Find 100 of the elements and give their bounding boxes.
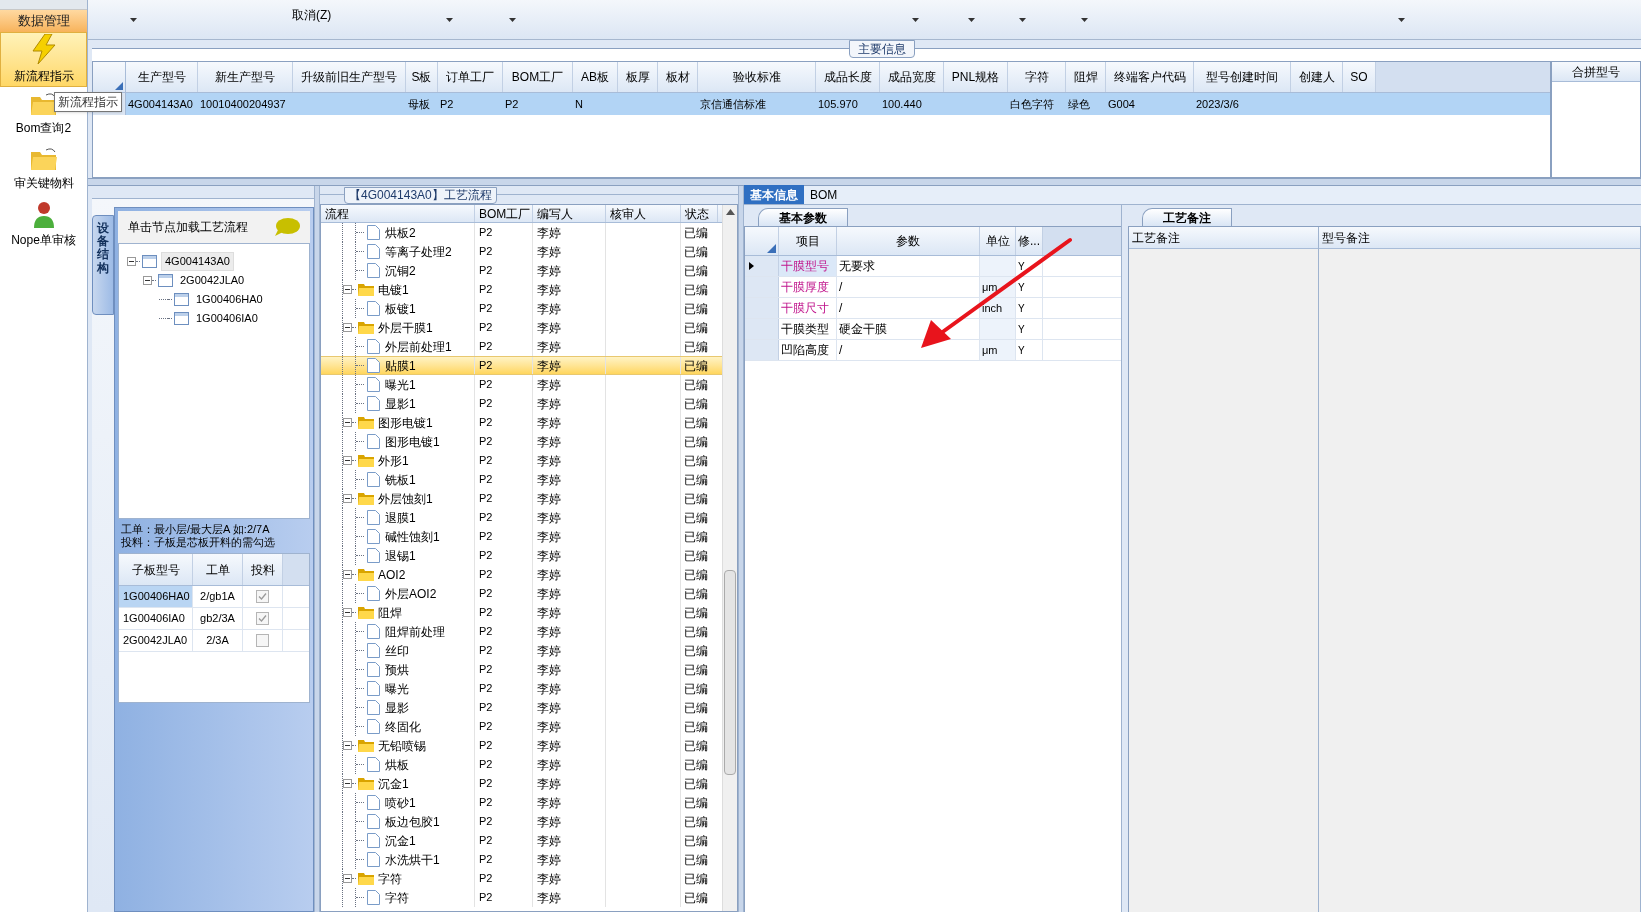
scrollbar-thumb[interactable] [724, 570, 736, 775]
column-header[interactable]: AB板 [573, 62, 618, 92]
column-header[interactable]: 终端客户代码 [1106, 62, 1194, 92]
sidebar-item[interactable]: Nope单审核 [11, 231, 76, 249]
tree-row[interactable]: 沉金1 P2 李婷 已编 [321, 774, 722, 793]
column-header[interactable]: 生产型号 [126, 62, 198, 92]
scrollbar[interactable] [722, 205, 737, 911]
tree-row[interactable]: 无铅喷锡 P2 李婷 已编 [321, 736, 722, 755]
collapse-icon[interactable] [343, 418, 352, 427]
tree-node[interactable]: 1G00406IA0 [193, 310, 261, 327]
table-cell[interactable]: 1G00406HA0 [119, 586, 193, 607]
tree-row[interactable]: 字符 P2 李婷 已编 [321, 888, 722, 907]
column-header[interactable]: 项目 [779, 227, 837, 255]
column-header[interactable]: 成品宽度 [880, 62, 944, 92]
tree-row[interactable]: 沉金1 P2 李婷 已编 [321, 831, 722, 850]
sidebar-item[interactable]: Bom查询2 [15, 119, 72, 137]
tree-row[interactable]: 曝光 P2 李婷 已编 [321, 679, 722, 698]
caret-icon[interactable] [1019, 17, 1027, 22]
tree-row[interactable]: 喷砂1 P2 李婷 已编 [321, 793, 722, 812]
collapse-icon[interactable] [343, 608, 352, 617]
column-header[interactable]: 状态 [681, 205, 718, 222]
tree-row[interactable]: 字符 P2 李婷 已编 [321, 869, 722, 888]
table-cell[interactable]: 2G0042JLA0 [119, 630, 193, 651]
tree-row[interactable]: 曝光1 P2 李婷 已编 [321, 375, 722, 394]
tree-row[interactable]: 板镀1 P2 李婷 已编 [321, 299, 722, 318]
collapse-icon[interactable] [343, 456, 352, 465]
column-header[interactable]: BOM工厂 [475, 205, 533, 222]
caret-icon[interactable] [968, 17, 976, 22]
caret-icon[interactable] [509, 17, 517, 22]
tree-node[interactable]: 1G00406HA0 [193, 291, 266, 308]
tree-row[interactable]: 贴膜1 P2 李婷 已编 [321, 356, 722, 375]
tree-row[interactable]: 丝印 P2 李婷 已编 [321, 641, 722, 660]
tree-row[interactable]: 显影1 P2 李婷 已编 [321, 394, 722, 413]
tree-row[interactable]: 阻焊 P2 李婷 已编 [321, 603, 722, 622]
caret-icon[interactable] [1081, 17, 1089, 22]
tree-row[interactable]: 图形电镀1 P2 李婷 已编 [321, 413, 722, 432]
scroll-up-icon[interactable] [725, 209, 735, 215]
column-header[interactable]: 合拼型号 [1552, 62, 1640, 82]
tree-row[interactable]: 板边包胶1 P2 李婷 已编 [321, 812, 722, 831]
tree-node[interactable]: 4G004143A0 [161, 252, 234, 271]
tree-row[interactable]: 水洗烘干1 P2 李婷 已编 [321, 850, 722, 869]
collapse-icon[interactable] [127, 257, 136, 266]
column-header[interactable]: 工单 [193, 554, 243, 585]
caret-icon[interactable] [912, 17, 920, 22]
column-header[interactable]: 编写人 [533, 205, 606, 222]
tree-row[interactable]: 预烘 P2 李婷 已编 [321, 660, 722, 679]
caret-icon[interactable] [446, 17, 454, 22]
tree-row[interactable]: 显影 P2 李婷 已编 [321, 698, 722, 717]
collapse-icon[interactable] [343, 323, 352, 332]
tree-row[interactable]: 退膜1 P2 李婷 已编 [321, 508, 722, 527]
checkbox[interactable] [256, 590, 269, 603]
column-header[interactable]: 单位 [980, 227, 1016, 255]
tree-row[interactable]: 烘板 P2 李婷 已编 [321, 755, 722, 774]
column-header[interactable]: 工艺备注 [1129, 227, 1318, 249]
tree-row[interactable]: 烘板2 P2 李婷 已编 [321, 223, 722, 242]
row-header[interactable] [745, 256, 779, 276]
column-header[interactable]: 订单工厂 [438, 62, 503, 92]
collapse-icon[interactable] [343, 494, 352, 503]
tree-row[interactable]: 铣板1 P2 李婷 已编 [321, 470, 722, 489]
column-header[interactable]: 流程 [321, 205, 475, 222]
cancel-button[interactable]: 取消(Z) [292, 5, 332, 24]
collapse-icon[interactable] [343, 741, 352, 750]
column-header[interactable]: 升级前旧生产型号 [293, 62, 406, 92]
checkbox[interactable] [256, 634, 269, 647]
tree-row[interactable]: AOI2 P2 李婷 已编 [321, 565, 722, 584]
collapse-icon[interactable] [343, 874, 352, 883]
column-header[interactable]: 阻焊 [1066, 62, 1106, 92]
tree-row[interactable]: 终固化 P2 李婷 已编 [321, 717, 722, 736]
table-cell[interactable]: 1G00406IA0 [119, 608, 193, 629]
tab[interactable]: 基本参数 [758, 208, 848, 226]
column-header[interactable]: 字符 [1008, 62, 1066, 92]
tree-node[interactable]: 2G0042JLA0 [177, 272, 248, 289]
tree-row[interactable]: 退锡1 P2 李婷 已编 [321, 546, 722, 565]
column-header[interactable]: 板厚 [618, 62, 658, 92]
column-header[interactable]: 创建人 [1291, 62, 1343, 92]
tree-row[interactable]: 碱性蚀刻1 P2 李婷 已编 [321, 527, 722, 546]
checkbox[interactable] [256, 612, 269, 625]
collapse-icon[interactable] [343, 779, 352, 788]
column-header[interactable]: 参数 [837, 227, 980, 255]
collapse-icon[interactable] [343, 570, 352, 579]
vertical-tab[interactable]: 设备结构 [92, 215, 114, 315]
collapse-icon[interactable] [143, 276, 152, 285]
tree-row[interactable]: 沉铜2 P2 李婷 已编 [321, 261, 722, 280]
section-header[interactable]: 数据管理 [0, 10, 87, 32]
column-header[interactable]: 板材 [658, 62, 698, 92]
tree-row[interactable]: 图形电镀1 P2 李婷 已编 [321, 432, 722, 451]
tab[interactable]: 基本信息 [744, 185, 804, 204]
tree-row[interactable]: 电镀1 P2 李婷 已编 [321, 280, 722, 299]
caret-icon[interactable] [130, 17, 137, 22]
tree-row[interactable]: 外形1 P2 李婷 已编 [321, 451, 722, 470]
sidebar-item[interactable]: 审关键物料 [13, 174, 74, 192]
tab[interactable]: BOM [804, 185, 844, 204]
caret-icon[interactable] [1398, 17, 1406, 22]
tree-row[interactable]: 外层AOI2 P2 李婷 已编 [321, 584, 722, 603]
column-header[interactable]: 成品长度 [816, 62, 880, 92]
column-header[interactable]: 型号创建时间 [1194, 62, 1291, 92]
tree-row[interactable]: 等离子处理2 P2 李婷 已编 [321, 242, 722, 261]
column-header[interactable]: 型号备注 [1319, 227, 1640, 249]
tree-row[interactable]: 外层蚀刻1 P2 李婷 已编 [321, 489, 722, 508]
column-header[interactable]: 子板型号 [119, 554, 193, 585]
